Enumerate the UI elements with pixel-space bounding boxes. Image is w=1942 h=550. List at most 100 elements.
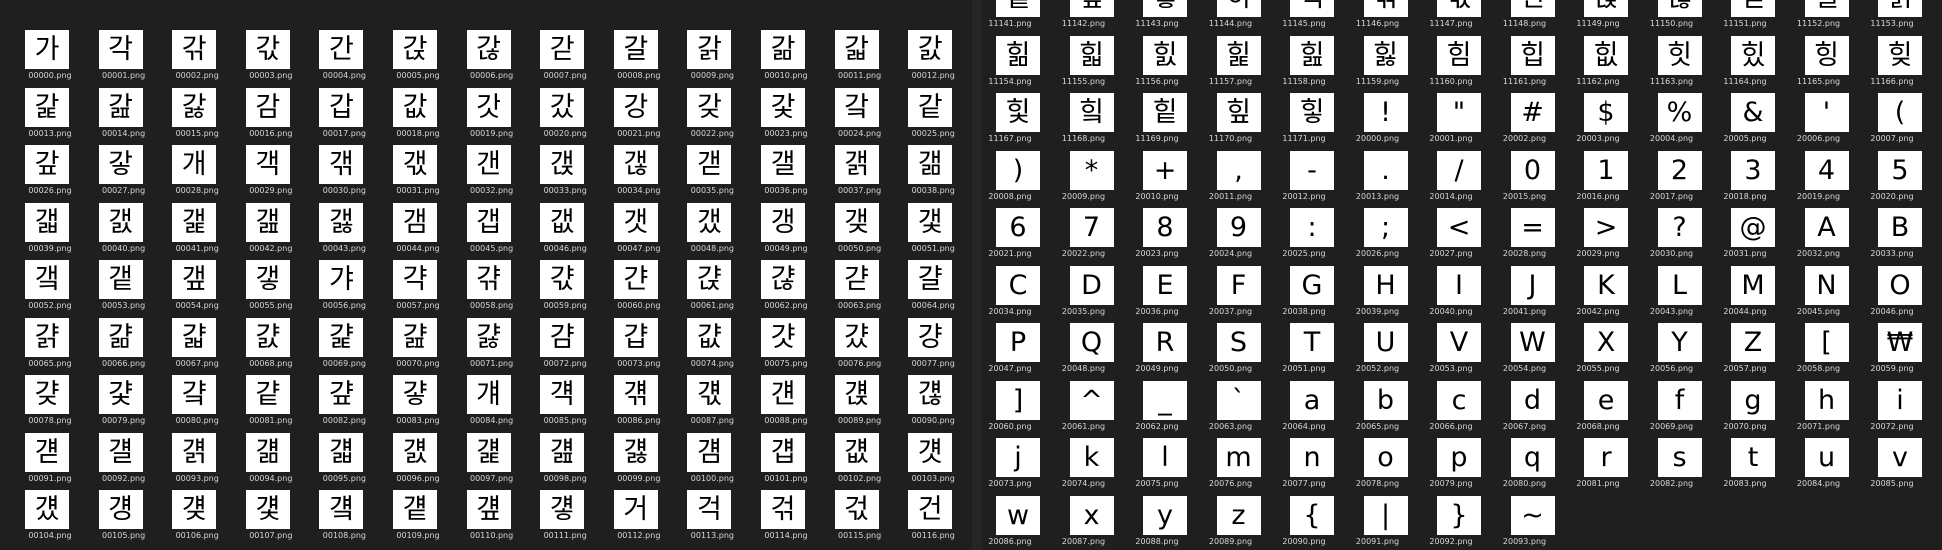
thumbnail-item[interactable]: 힒 11154.png [982,35,1047,93]
thumbnail-item[interactable]: 갲 00050.png [832,202,897,260]
thumbnail-item[interactable]: 힇 11143.png [1129,0,1194,35]
thumbnail-item[interactable]: 갯 00047.png [611,202,676,260]
thumbnail-item[interactable]: U 20052.png [1350,323,1415,380]
thumbnail-item[interactable]: ; 20026.png [1350,208,1415,265]
thumbnail-item[interactable]: 걏 00079.png [96,375,161,432]
thumbnail-item[interactable]: a 20064.png [1276,380,1341,438]
thumbnail-item[interactable]: 갣 00035.png [684,145,749,202]
thumbnail-item[interactable]: 갠 00032.png [464,145,529,202]
thumbnail-item[interactable]: 걕 00085.png [537,375,602,432]
thumbnail-item[interactable]: 갈 00008.png [611,30,676,87]
thumbnail-item[interactable]: 걘 00088.png [758,375,823,432]
thumbnail-item[interactable]: z 20089.png [1203,495,1268,550]
thumbnail-item[interactable]: 갟 00031.png [390,145,455,202]
thumbnail-item[interactable]: 걚 00090.png [905,375,970,432]
thumbnail-item[interactable]: 갋 00011.png [832,30,897,87]
thumbnail-item[interactable]: 힋 11147.png [1423,0,1488,35]
thumbnail-item[interactable]: 걒 00082.png [316,375,381,432]
thumbnail-item[interactable]: | 20091.png [1350,495,1415,550]
thumbnail-item[interactable]: 힆 11142.png [1056,0,1121,35]
thumbnail-item[interactable]: @20031.png [1717,208,1782,265]
thumbnail-item[interactable]: l 20075.png [1129,438,1194,495]
thumbnail-item[interactable]: c 20066.png [1423,380,1488,438]
thumbnail-item[interactable]: 갦 00038.png [905,145,970,202]
thumbnail-item[interactable]: 걨 00104.png [22,490,87,547]
thumbnail-item[interactable]: 갇 00007.png [537,30,602,87]
thumbnail-item[interactable]: >20029.png [1570,208,1635,265]
thumbnail-item[interactable]: 걆 00070.png [390,317,455,375]
thumbnail-item[interactable]: (20007.png [1864,93,1929,150]
thumbnail-item[interactable]: 1 20016.png [1570,150,1635,208]
thumbnail-item[interactable]: 걧 00103.png [905,432,970,490]
thumbnail-item[interactable]: 갗 00023.png [758,87,823,145]
thumbnail-item[interactable]: 갆 00006.png [464,30,529,87]
thumbnail-item[interactable]: 걊 00074.png [684,317,749,375]
thumbnail-item[interactable]: 6 20021.png [982,208,1047,265]
thumbnail-item[interactable]: 8 20023.png [1129,208,1194,265]
thumbnail-item[interactable]: 힙 11161.png [1497,35,1562,93]
thumbnail-item[interactable]: ` 20063.png [1203,380,1268,438]
thumbnail-item[interactable]: 힔 11156.png [1129,35,1194,93]
thumbnail-item[interactable]: 갩 00041.png [169,202,234,260]
thumbnail-item[interactable]: 간 00004.png [316,30,381,87]
thumbnail-item[interactable]: 걖 00086.png [611,375,676,432]
thumbnail-item[interactable]: L 20043.png [1644,265,1709,323]
thumbnail-item[interactable]: 갾 00062.png [758,260,823,317]
thumbnail-item[interactable]: 걠 00096.png [390,432,455,490]
thumbnail-item[interactable]: 가 00000.png [22,30,87,87]
thumbnail-item[interactable]: 갵 00053.png [96,260,161,317]
thumbnail-item[interactable]: o 20078.png [1350,438,1415,495]
thumbnail-item[interactable]: 힐 11152.png [1791,0,1856,35]
thumbnail-item[interactable]: 건 00116.png [905,490,970,547]
thumbnail-item[interactable]: 7 20022.png [1056,208,1121,265]
thumbnail-item[interactable]: v 20085.png [1864,438,1929,495]
thumbnail-item[interactable]: 갺 00058.png [464,260,529,317]
thumbnail-item[interactable]: 갼 00060.png [611,260,676,317]
thumbnail-item[interactable]: : 20025.png [1276,208,1341,265]
thumbnail-item[interactable]: 개 00028.png [169,145,234,202]
thumbnail-item[interactable]: B 20033.png [1864,208,1929,265]
thumbnail-item[interactable]: 걛 00091.png [22,432,87,490]
thumbnail-item[interactable]: ^ 20061.png [1056,380,1121,438]
thumbnail-item[interactable]: #20002.png [1497,93,1562,150]
thumbnail-item[interactable]: y 20088.png [1129,495,1194,550]
thumbnail-item[interactable]: S 20050.png [1203,323,1268,380]
thumbnail-item[interactable]: 힡 11169.png [1129,93,1194,150]
thumbnail-item[interactable]: K 20042.png [1570,265,1635,323]
thumbnail-item[interactable]: % 20004.png [1644,93,1709,150]
thumbnail-item[interactable]: 힊 11146.png [1350,0,1415,35]
thumbnail-item[interactable]: 걂 00066.png [96,317,161,375]
thumbnail-item[interactable]: 걗 00087.png [684,375,749,432]
thumbnail-item[interactable]: u 20084.png [1791,438,1856,495]
thumbnail-item[interactable]: g 20070.png [1717,380,1782,438]
thumbnail-item[interactable]: = 20028.png [1497,208,1562,265]
thumbnail-item[interactable]: 힣 11171.png [1276,93,1341,150]
thumbnail-item[interactable]: 갥 00037.png [832,145,897,202]
thumbnail-item[interactable]: O 20046.png [1864,265,1929,323]
thumbnail-item[interactable]: H 20039.png [1350,265,1415,323]
thumbnail-item[interactable]: 2 20017.png [1644,150,1709,208]
thumbnail-item[interactable]: 힌 11148.png [1497,0,1562,35]
thumbnail-item[interactable]: 걮 00110.png [464,490,529,547]
thumbnail-item[interactable]: 갻 00059.png [537,260,602,317]
thumbnail-item[interactable]: 갨 00040.png [96,202,161,260]
thumbnail-item[interactable]: 걅 00069.png [316,317,381,375]
thumbnail-item[interactable]: /20014.png [1423,150,1488,208]
thumbnail-item[interactable]: W 20054.png [1497,323,1562,380]
thumbnail-item[interactable]: 3 20018.png [1717,150,1782,208]
thumbnail-item[interactable]: 4 20019.png [1791,150,1856,208]
thumbnail-item[interactable]: V 20053.png [1423,323,1488,380]
thumbnail-item[interactable]: 같 00025.png [905,87,970,145]
thumbnail-item[interactable]: D 20035.png [1056,265,1121,323]
thumbnail-item[interactable]: 힛 11163.png [1644,35,1709,93]
thumbnail-item[interactable]: ] 20060.png [982,380,1047,438]
thumbnail-item[interactable]: 힉 11145.png [1276,0,1341,35]
thumbnail-item[interactable]: 힖 11158.png [1276,35,1341,93]
thumbnail-item[interactable]: J 20041.png [1497,265,1562,323]
thumbnail-item[interactable]: $20003.png [1570,93,1635,150]
thumbnail-item[interactable]: 걁 00065.png [22,317,87,375]
thumbnail-item[interactable]: 힓 11155.png [1056,35,1121,93]
thumbnail-item[interactable]: 걤 00100.png [684,432,749,490]
thumbnail-item[interactable]: 힕 11157.png [1203,35,1268,93]
thumbnail-item[interactable]: m 20076.png [1203,438,1268,495]
